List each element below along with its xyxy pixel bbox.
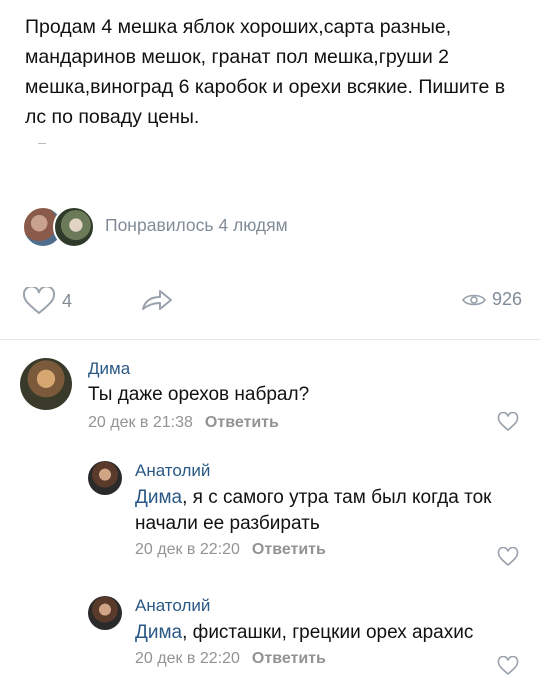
avatar[interactable] xyxy=(20,358,72,410)
comment-text: , фисташки, грецкии орех арахис xyxy=(182,622,474,643)
like-button[interactable]: 4 xyxy=(22,287,72,315)
likers-row[interactable]: Понравилось 4 людям xyxy=(22,203,288,248)
comment-mention[interactable]: Дима xyxy=(135,622,182,643)
divider-dash xyxy=(38,143,46,144)
eye-icon xyxy=(461,294,486,305)
comment-reply: Анатолий Дима, я с самого утра там был к… xyxy=(0,455,540,575)
liker-avatar xyxy=(53,206,95,248)
avatar[interactable] xyxy=(88,461,122,495)
comment-body: Дима Ты даже орехов набрал? 20 дек в 21:… xyxy=(88,358,488,432)
comment-text: , я с самого утра там был когда ток нача… xyxy=(135,487,492,534)
share-arrow-icon xyxy=(142,290,172,310)
comment-meta: 20 дек в 22:20 Ответить xyxy=(135,650,515,668)
heart-icon xyxy=(22,287,56,315)
liker-avatars xyxy=(22,203,97,248)
comment-author[interactable]: Анатолий xyxy=(135,596,515,616)
comment-date: 20 дек в 22:20 xyxy=(135,650,240,667)
comment-author[interactable]: Анатолий xyxy=(135,461,515,481)
comments-divider xyxy=(0,339,540,340)
comment-text: Ты даже орехов набрал? xyxy=(88,384,310,405)
views-count: 926 xyxy=(491,289,522,309)
comment-body: Анатолий Дима, я с самого утра там был к… xyxy=(135,461,515,559)
comment-reply: Анатолий Дима, фисташки, грецкии орех ар… xyxy=(0,590,540,685)
comment-text-block: Дима, я с самого утра там был когда ток … xyxy=(135,485,515,537)
comment-like-icon[interactable] xyxy=(497,656,519,676)
avatar[interactable] xyxy=(88,596,122,630)
comment-meta: 20 дек в 22:20 Ответить xyxy=(135,541,515,559)
post-text: Продам 4 мешка яблок хороших,сарта разны… xyxy=(25,16,506,128)
comment-body: Анатолий Дима, фисташки, грецкии орех ар… xyxy=(135,596,515,668)
comment-date: 20 дек в 21:38 xyxy=(88,414,193,431)
comment-author[interactable]: Дима xyxy=(88,358,488,380)
comment: Дима Ты даже орехов набрал? 20 дек в 21:… xyxy=(0,350,540,440)
likers-text[interactable]: Понравилось 4 людям xyxy=(105,215,288,236)
comment-like-icon[interactable] xyxy=(497,412,519,432)
comment-like-icon[interactable] xyxy=(497,547,519,567)
share-button[interactable] xyxy=(140,287,174,318)
comment-meta: 20 дек в 21:38 Ответить xyxy=(88,414,488,432)
comment-mention[interactable]: Дима xyxy=(135,487,182,508)
views-counter: 926 xyxy=(461,289,522,310)
comment-date: 20 дек в 22:20 xyxy=(135,541,240,558)
reply-button[interactable]: Ответить xyxy=(205,414,279,432)
comment-text-block: Дима, фисташки, грецкии орех арахис xyxy=(135,620,515,646)
reply-button[interactable]: Ответить xyxy=(252,650,326,668)
like-count: 4 xyxy=(62,290,73,311)
post-actions: 4 926 xyxy=(22,283,522,319)
reply-button[interactable]: Ответить xyxy=(252,541,326,559)
